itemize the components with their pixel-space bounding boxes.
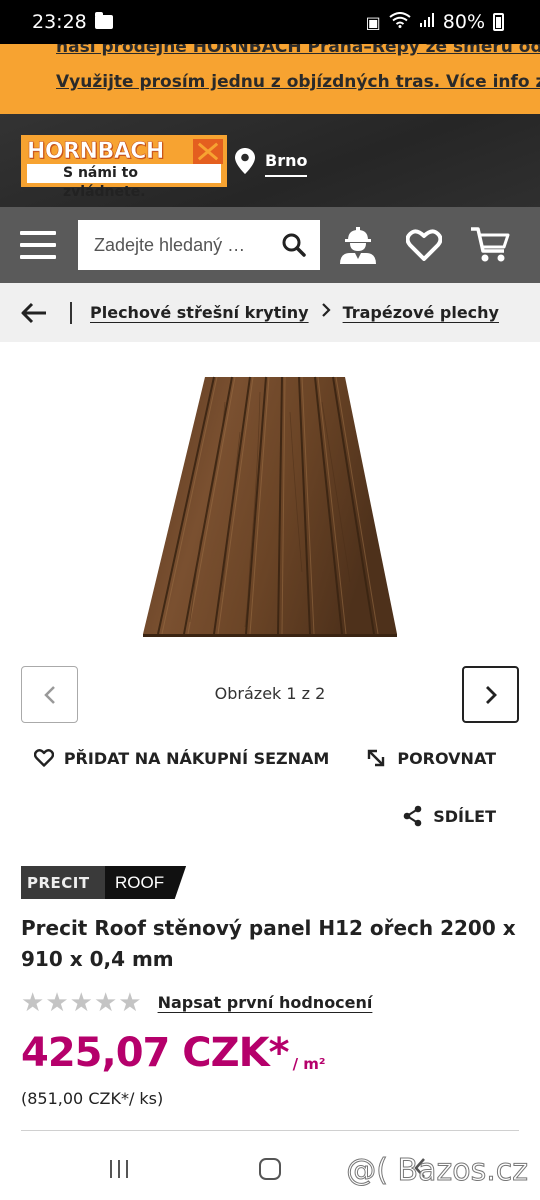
star-icon: ★ [69,987,93,1017]
wishlist-heart-icon[interactable] [406,229,442,261]
logo-slogan: S námi to zvládnete. [27,163,221,200]
price-row: 425,07 CZK* / m² [21,1027,540,1075]
wood-panel-image [143,376,397,637]
share-label: SDÍLET [433,806,496,826]
product-image[interactable] [0,342,540,662]
banner-text-line-2[interactable]: Využijte prosím jednu z objízdných tras.… [56,72,540,92]
cart-icon[interactable] [470,226,510,264]
search-input[interactable] [94,234,274,256]
compare-label: POROVNAT [397,748,496,768]
search-icon[interactable] [274,225,314,265]
brand-logo-precit: PRECIT [21,866,105,899]
nav-bar [0,207,540,283]
home-icon[interactable] [259,1158,281,1180]
heart-icon [33,749,54,767]
price-per-piece: (851,00 CZK*/ ks) [21,1089,164,1108]
search-box [78,220,320,270]
signal-icon [419,12,435,32]
chevron-right-icon [321,302,331,323]
share-row: SDÍLET [0,798,540,834]
gallery-controls: Obrázek 1 z 2 [0,666,540,726]
rating-stars: ★ ★ ★ ★ ★ [21,989,142,1015]
store-location[interactable]: Brno [235,145,308,177]
breadcrumb-link-roofing[interactable]: Plechové střešní krytiny [90,303,309,322]
banner-text-line-1[interactable]: naší prodejně HORNBACH Praha–Řepy ze smě… [56,44,540,57]
battery-saver-icon: ▣ [365,12,381,32]
back-arrow-icon[interactable] [20,299,48,327]
chevron-right-icon [485,685,497,704]
account-worker-icon[interactable] [338,226,378,264]
hamburger-menu-icon[interactable] [20,231,56,259]
star-icon: ★ [21,987,45,1017]
share-icon [403,805,422,827]
brand-logo-roof: ROOF [105,866,187,899]
location-label[interactable]: Brno [265,151,308,177]
location-pin-icon [235,147,255,174]
logo-x-icon [193,138,223,164]
share-button[interactable]: SDÍLET [403,798,496,834]
breadcrumb-separator [70,301,72,324]
add-to-list-button[interactable]: PŘIDAT NA NÁKUPNÍ SEZNAM [33,748,330,768]
breadcrumb: Plechové střešní krytiny Trapézové plech… [0,283,540,342]
compare-arrows-icon [368,749,385,767]
battery-percent: 80% [442,11,485,33]
wifi-icon [389,12,411,32]
compare-button[interactable]: POROVNAT [365,747,496,769]
star-icon: ★ [118,987,142,1017]
add-to-list-label: PŘIDAT NA NÁKUPNÍ SEZNAM [63,748,330,768]
product-title: Precit Roof stěnový panel H12 ořech 2200… [21,916,516,971]
write-review-link[interactable]: Napsat první hodnocení [158,993,373,1012]
status-bar: 23:28 ▣ 80% [0,0,540,44]
gallery-counter: Obrázek 1 z 2 [214,684,326,703]
divider [21,1130,519,1131]
breadcrumb-link-trapezoid[interactable]: Trapézové plechy [343,303,499,322]
gallery-next-button[interactable] [462,666,519,723]
logo-wordmark: HORNBACH [25,138,193,164]
info-banner[interactable]: naší prodejně HORNBACH Praha–Řepy ze smě… [0,44,540,114]
hornbach-logo[interactable]: HORNBACH S námi to zvládnete. [21,134,227,200]
battery-icon [493,13,504,31]
price-unit: / m² [292,1055,326,1073]
rating-row: ★ ★ ★ ★ ★ Napsat první hodnocení [21,987,540,1017]
bazos-watermark: @( Bazos.cz [346,1153,529,1189]
star-icon: ★ [45,987,69,1017]
site-header: HORNBACH S námi to zvládnete. Brno [0,114,540,207]
product-price: 425,07 CZK* [21,1030,290,1076]
recent-apps-icon[interactable] [110,1160,128,1178]
brand-logo[interactable]: PRECIT ROOF [21,866,540,899]
folder-icon [94,12,113,29]
star-icon: ★ [93,987,118,1017]
system-nav-bar: @( Bazos.cz [0,1140,540,1200]
product-actions: PŘIDAT NA NÁKUPNÍ SEZNAM POROVNAT [0,740,540,776]
status-time: 23:28 [32,11,87,33]
